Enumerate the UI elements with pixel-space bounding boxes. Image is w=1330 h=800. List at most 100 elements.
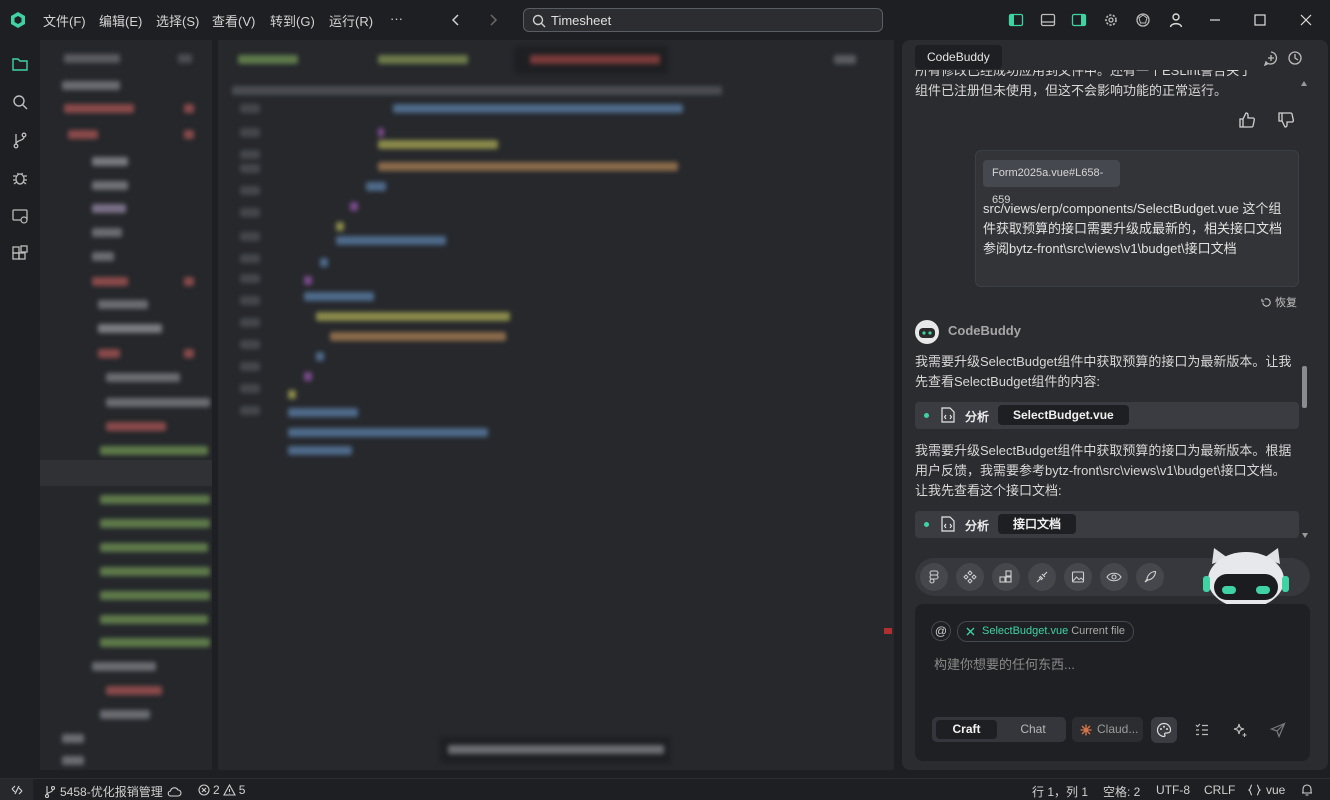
account-user-icon[interactable] [1166, 10, 1186, 30]
language-mode[interactable]: vue [1248, 783, 1285, 797]
status-dot [924, 413, 929, 418]
context-file-chip[interactable]: SelectBudget.vue Current file [957, 621, 1135, 642]
context-file-tag: Current file [1071, 625, 1126, 637]
code-reference-chip[interactable]: Form2025a.vue#L658-659 [983, 160, 1120, 206]
user-message-line2: 件获取预算的接口需要升级成最新的，相关接口文档 [983, 221, 1283, 236]
explorer-files-icon[interactable] [9, 53, 31, 75]
mention-button[interactable]: @ [931, 621, 951, 641]
reply1-line1: 我需要升级SelectBudget组件中获取预算的接口为最新版本。让我 [915, 354, 1292, 369]
remote-connection-icon [11, 785, 22, 795]
cloud-sync-icon[interactable] [167, 786, 182, 798]
reply1-line2: 先查看SelectBudget组件的内容: [915, 374, 1100, 389]
command-search-box[interactable]: Timesheet [523, 8, 883, 32]
menu-file[interactable]: 文件(F) [43, 11, 86, 30]
scroll-up-arrow-icon[interactable] [1300, 76, 1308, 86]
run-debug-bug-icon[interactable] [9, 167, 31, 189]
toggle-secondary-sidebar-icon[interactable] [1069, 10, 1089, 30]
reply2-line2: 用户反馈，我需要参考bytz-front\src\views\v1\budget… [915, 463, 1286, 478]
image-upload-icon[interactable] [1064, 563, 1092, 591]
encoding[interactable]: UTF-8 [1156, 783, 1190, 797]
mode-craft-button[interactable]: Craft [936, 720, 997, 739]
menu-edit[interactable]: 编辑(E) [99, 11, 142, 30]
scroll-marker [884, 628, 892, 634]
git-branch-icon [44, 785, 56, 798]
analysis-target-chip[interactable]: SelectBudget.vue [998, 405, 1129, 425]
error-icon [198, 784, 210, 796]
palette-icon[interactable] [1151, 717, 1177, 743]
cursor-position[interactable]: 行 1，列 1 [1032, 783, 1088, 800]
analysis-step-2[interactable]: 分析 接口文档 [915, 511, 1299, 538]
chat-input-placeholder[interactable]: 构建你想要的任何东西... [934, 654, 1075, 673]
activity-bar [0, 40, 40, 778]
toggle-panel-icon[interactable] [1038, 10, 1058, 30]
back-arrow-icon[interactable] [446, 10, 466, 30]
code-file-icon [941, 407, 955, 423]
remove-x-icon[interactable] [966, 627, 975, 636]
send-icon[interactable] [1265, 717, 1291, 743]
preview-eye-icon[interactable] [1100, 563, 1128, 591]
prev-text-line2: 组件已注册但未使用，但这不会影响功能的正常运行。 [915, 83, 1228, 98]
analysis-step-1[interactable]: 分析 SelectBudget.vue [915, 402, 1299, 429]
search-icon[interactable] [9, 91, 31, 113]
search-icon [532, 14, 546, 28]
model-name: Claud... [1097, 722, 1139, 736]
deploy-rocket-icon[interactable] [1136, 563, 1164, 591]
analysis-target-chip[interactable]: 接口文档 [998, 514, 1077, 534]
indentation[interactable]: 空格: 2 [1103, 783, 1140, 800]
user-message-line1: src/views/erp/components/SelectBudget.vu… [983, 201, 1282, 216]
editor-content-blurred [218, 40, 894, 770]
toggle-primary-sidebar-icon[interactable] [1006, 10, 1026, 30]
notifications-bell-icon[interactable] [1301, 783, 1313, 799]
new-chat-icon[interactable] [1263, 50, 1281, 68]
menu-go[interactable]: 转到(G) [270, 11, 315, 30]
blocks-icon[interactable] [992, 563, 1020, 591]
line-endings[interactable]: CRLF [1204, 783, 1235, 797]
menu-run[interactable]: 运行(R) [329, 11, 373, 30]
remote-explorer-icon[interactable] [9, 205, 31, 227]
reply2-line3: 让我先查看这个接口文档: [915, 483, 1062, 498]
codebuddy-avatar [915, 320, 939, 344]
extensions-icon[interactable] [9, 243, 31, 265]
source-control-icon[interactable] [9, 129, 31, 151]
history-icon[interactable] [1287, 50, 1305, 68]
restore-button[interactable]: 恢复 [1261, 294, 1297, 310]
close-window-icon[interactable] [1296, 10, 1316, 30]
branch-name: 5458-优化报销管理 [60, 785, 163, 799]
components-icon[interactable] [956, 563, 984, 591]
reply2-line1: 我需要升级SelectBudget组件中获取预算的接口为最新版本。根据 [915, 443, 1292, 458]
task-list-icon[interactable] [1189, 717, 1215, 743]
maximize-window-icon[interactable] [1250, 10, 1270, 30]
thumbs-down-icon[interactable] [1277, 111, 1297, 131]
plug-connect-icon[interactable] [1028, 563, 1056, 591]
chat-tab-codebuddy[interactable]: CodeBuddy [915, 45, 1002, 69]
code-editor [218, 40, 894, 770]
context-file-name: SelectBudget.vue [982, 625, 1069, 637]
codebuddy-mascot [1198, 546, 1294, 608]
codebuddy-cube-icon[interactable] [1133, 10, 1153, 30]
remote-indicator[interactable] [0, 779, 33, 800]
minimize-window-icon[interactable] [1205, 10, 1225, 30]
explorer-tree-blurred [40, 40, 212, 770]
restore-label: 恢复 [1275, 297, 1297, 309]
warning-icon [222, 784, 236, 796]
scroll-down-arrow-icon[interactable] [1301, 527, 1309, 538]
assistant-name: CodeBuddy [948, 323, 1021, 338]
menu-more[interactable]: ··· [390, 11, 403, 26]
settings-gear-icon[interactable] [1101, 10, 1121, 30]
model-selector[interactable]: Claud... [1072, 717, 1143, 742]
figma-icon[interactable] [920, 563, 948, 591]
branch-indicator[interactable]: 5458-优化报销管理 [44, 783, 182, 800]
status-dot [924, 522, 929, 527]
code-file-icon [941, 516, 955, 532]
menu-view[interactable]: 查看(V) [212, 11, 255, 30]
analysis-label: 分析 [965, 519, 990, 533]
forward-arrow-icon[interactable] [483, 10, 503, 30]
chat-scrollbar-thumb[interactable] [1302, 366, 1307, 408]
language-name: vue [1266, 783, 1286, 797]
app-logo-icon [9, 11, 27, 29]
problems-indicator[interactable]: 2 5 [198, 783, 245, 797]
mode-chat-button[interactable]: Chat [1003, 720, 1063, 739]
thumbs-up-icon[interactable] [1238, 111, 1258, 131]
menu-selection[interactable]: 选择(S) [156, 11, 199, 30]
enhance-sparkle-icon[interactable] [1227, 717, 1253, 743]
